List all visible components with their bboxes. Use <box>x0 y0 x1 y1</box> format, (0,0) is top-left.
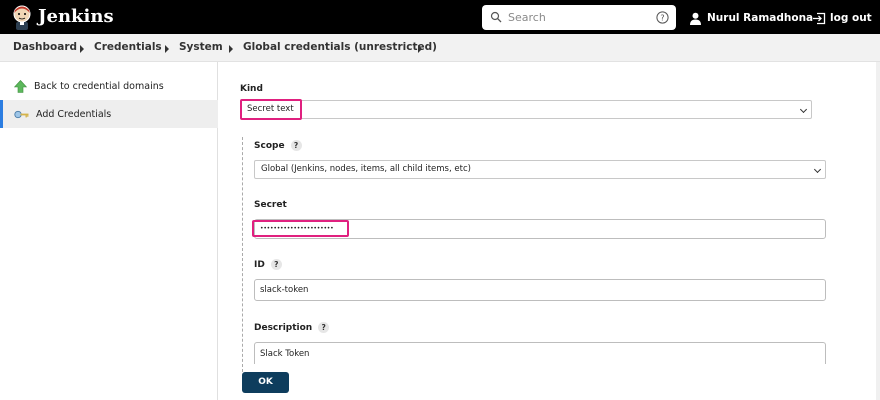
breadcrumb: Dashboard Credentials System Global cred… <box>0 34 880 62</box>
scope-select[interactable]: Global (Jenkins, nodes, items, all child… <box>254 160 826 179</box>
search-icon <box>490 11 502 23</box>
user-icon <box>690 12 701 25</box>
svg-text:?: ? <box>660 13 664 22</box>
kind-select-value: Secret text <box>247 104 294 114</box>
id-label-text: ID <box>254 259 265 270</box>
top-header: Jenkins ? Nurul Ramadhona log out <box>0 0 880 34</box>
id-value: slack-token <box>260 285 309 295</box>
breadcrumb-global-credentials[interactable]: Global credentials (unrestricted) <box>243 41 437 53</box>
secret-label-text: Secret <box>254 200 287 210</box>
description-help-icon[interactable]: ? <box>318 322 330 333</box>
description-label: Description ? <box>254 322 330 333</box>
kind-label: Kind <box>240 84 263 94</box>
breadcrumb-chevron-icon[interactable] <box>418 45 422 53</box>
breadcrumb-system[interactable]: System <box>179 41 223 53</box>
logout-label[interactable]: log out <box>830 12 872 24</box>
nested-section-divider <box>242 137 243 372</box>
ok-button[interactable]: OK <box>242 372 289 393</box>
description-label-text: Description <box>254 322 313 333</box>
chevron-down-icon <box>813 165 822 174</box>
logout-button[interactable]: log out <box>812 10 872 26</box>
id-help-icon[interactable]: ? <box>270 259 282 270</box>
description-value: Slack Token <box>260 349 310 359</box>
breadcrumb-credentials[interactable]: Credentials <box>94 41 162 53</box>
scrollbar-track[interactable] <box>876 62 880 400</box>
secret-label: Secret <box>254 200 287 210</box>
kind-label-text: Kind <box>240 84 263 94</box>
brand-title[interactable]: Jenkins <box>38 6 114 27</box>
search-input[interactable] <box>508 8 648 27</box>
user-name[interactable]: Nurul Ramadhona <box>707 12 813 24</box>
chevron-down-icon <box>799 105 808 114</box>
scope-help-icon[interactable]: ? <box>290 140 302 151</box>
sidebar-item-add-credentials[interactable]: Add Credentials <box>0 100 218 128</box>
id-label: ID ? <box>254 259 282 270</box>
user-menu[interactable]: Nurul Ramadhona <box>689 10 813 26</box>
sidebar-item-label[interactable]: Add Credentials <box>36 109 111 120</box>
sidebar-item-label[interactable]: Back to credential domains <box>34 81 164 92</box>
green-up-arrow-icon <box>14 79 27 93</box>
breadcrumb-chevron-icon[interactable] <box>229 45 233 53</box>
scope-label: Scope ? <box>254 140 302 151</box>
description-field[interactable]: Slack Token <box>254 342 826 364</box>
search-box[interactable]: ? <box>482 5 676 30</box>
kind-select[interactable]: Secret text <box>240 100 812 119</box>
scope-label-text: Scope <box>254 140 285 151</box>
breadcrumb-chevron-icon[interactable] <box>80 45 84 53</box>
breadcrumb-chevron-icon[interactable] <box>165 45 169 53</box>
logout-icon <box>813 12 826 24</box>
scope-select-value: Global (Jenkins, nodes, items, all child… <box>261 164 471 174</box>
secret-field[interactable]: •••••••••••••••••••••• <box>254 219 826 239</box>
secret-value: •••••••••••••••••••••• <box>260 225 334 232</box>
help-circle-icon[interactable]: ? <box>656 11 669 24</box>
jenkins-logo-icon[interactable] <box>10 4 34 30</box>
breadcrumb-dashboard[interactable]: Dashboard <box>13 41 77 53</box>
id-field[interactable]: slack-token <box>254 279 826 301</box>
key-icon <box>14 110 29 118</box>
sidebar-item-back-to-domains[interactable]: Back to credential domains <box>0 72 218 100</box>
sidebar: Back to credential domains Add Credentia… <box>0 62 218 400</box>
